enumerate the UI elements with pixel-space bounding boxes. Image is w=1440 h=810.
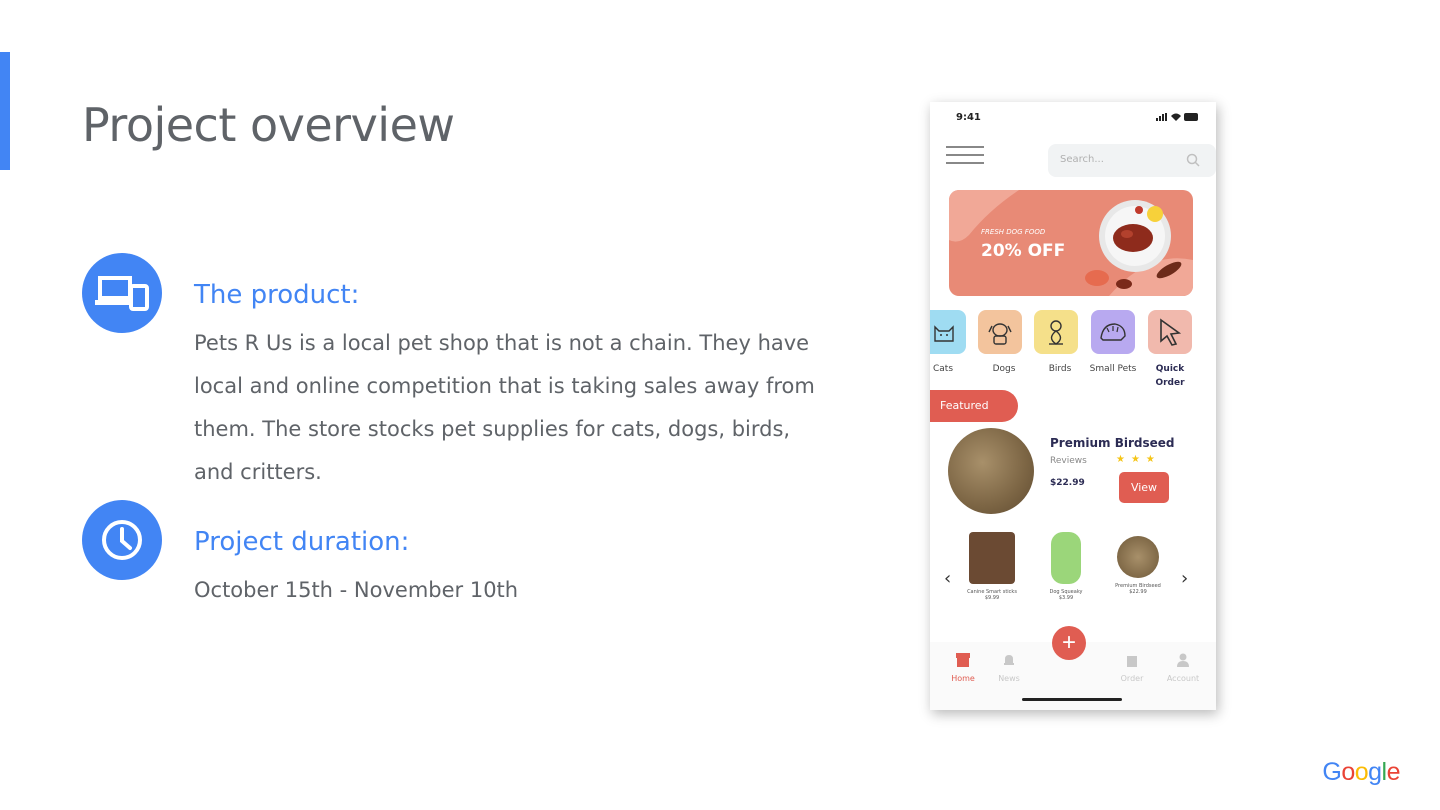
category-quick-order[interactable]: [1148, 310, 1192, 354]
chevron-right-icon[interactable]: ›: [1181, 568, 1188, 589]
search-icon[interactable]: [1186, 153, 1200, 167]
dog-icon: [988, 323, 1012, 345]
page-title: Project overview: [82, 98, 455, 152]
bag-icon: [1127, 656, 1137, 667]
product-thumbnail: [1117, 536, 1159, 578]
nav-item-order[interactable]: Order: [1112, 652, 1152, 683]
wifi-icon: [1171, 113, 1181, 121]
home-indicator: [1022, 698, 1122, 701]
mini-product-price: $22.99: [1129, 589, 1147, 595]
nav-label: Account: [1166, 674, 1200, 683]
category-label: Dogs: [992, 364, 1016, 374]
banner-headline: 20% OFF: [981, 241, 1066, 261]
list-item[interactable]: Canine Smart sticks $9.99: [960, 532, 1024, 601]
search-placeholder: Search...: [1060, 154, 1104, 165]
nav-item-home[interactable]: Home: [943, 652, 983, 683]
banner-subtitle: FRESH DOG FOOD: [981, 228, 1046, 236]
devices-icon: [82, 253, 162, 333]
store-icon: [956, 653, 970, 667]
menu-icon[interactable]: [946, 146, 984, 168]
reviews-label: Reviews: [1050, 456, 1087, 466]
featured-product-title: Premium Birdseed: [1050, 436, 1175, 450]
bell-icon: [1004, 655, 1014, 665]
hedgehog-icon: [1100, 323, 1126, 341]
featured-product-price: $22.99: [1050, 478, 1085, 488]
nav-label: Home: [951, 674, 975, 683]
add-button[interactable]: +: [1052, 626, 1086, 660]
clock-icon: [82, 500, 162, 580]
cat-icon: [934, 325, 954, 342]
google-logo: Google: [1322, 758, 1400, 786]
battery-icon: [1184, 113, 1198, 121]
category-label: Quick Order: [1155, 364, 1185, 388]
chevron-left-icon[interactable]: ‹: [944, 568, 951, 589]
birdseed-image: [948, 428, 1034, 514]
view-button[interactable]: View: [1119, 472, 1169, 503]
mini-product-price: $9.99: [984, 595, 1000, 601]
phone-mockup: 9:41 Search... FRESH DOG FOOD 20% OFF Ca…: [930, 102, 1216, 710]
accent-bar: [0, 52, 10, 170]
product-description: Pets R Us is a local pet shop that is no…: [194, 331, 815, 484]
nav-label: Order: [1120, 674, 1144, 683]
nav-item-news[interactable]: News: [989, 652, 1029, 683]
category-label: Birds: [1048, 364, 1072, 374]
featured-tag: Featured: [930, 390, 1018, 422]
product-thumbnail: [1051, 532, 1081, 584]
duration-heading: Project duration:: [194, 527, 410, 557]
category-birds[interactable]: [1034, 310, 1078, 354]
rating-stars: ★★★: [1116, 454, 1161, 465]
list-item[interactable]: Premium Birdseed $22.99: [1106, 532, 1170, 595]
signal-icon: [1156, 113, 1167, 121]
product-thumbnail: [969, 532, 1015, 584]
status-time: 9:41: [956, 112, 981, 123]
cursor-icon: [1160, 318, 1182, 346]
list-item[interactable]: Dog Squeaky $3.99: [1034, 532, 1098, 601]
search-input[interactable]: Search...: [1048, 144, 1216, 177]
promo-banner[interactable]: FRESH DOG FOOD 20% OFF: [949, 190, 1193, 296]
category-label: Cats: [932, 364, 954, 374]
category-dogs[interactable]: [978, 310, 1022, 354]
category-cats[interactable]: [930, 310, 966, 354]
status-icons: [1156, 113, 1200, 121]
mini-product-price: $3.99: [1058, 595, 1074, 601]
product-heading: The product:: [194, 280, 360, 310]
nav-item-account[interactable]: Account: [1163, 652, 1203, 683]
bird-icon: [1049, 320, 1063, 345]
nav-label: News: [998, 674, 1020, 683]
duration-dates: October 15th - November 10th: [194, 578, 519, 602]
category-label: Small Pets: [1089, 364, 1137, 374]
user-icon: [1177, 653, 1189, 667]
category-small-pets[interactable]: [1091, 310, 1135, 354]
